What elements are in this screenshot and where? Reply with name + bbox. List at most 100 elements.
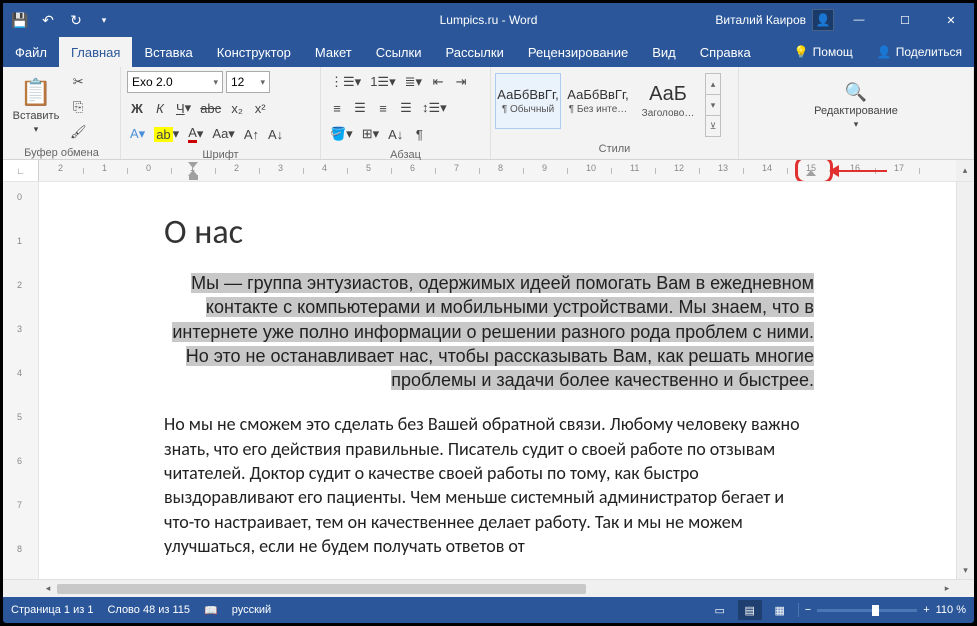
user-account[interactable]: Виталий Каиров 👤 xyxy=(715,9,834,31)
italic-button[interactable]: К xyxy=(150,97,170,119)
zoom-in-button[interactable]: + xyxy=(923,604,929,616)
status-bar: Страница 1 из 1 Слово 48 из 115 📖 русски… xyxy=(3,597,974,623)
tab-design[interactable]: Конструктор xyxy=(205,37,303,67)
scrollbar-track[interactable] xyxy=(57,584,938,594)
bullets-button[interactable]: ⋮☰▾ xyxy=(327,71,364,93)
styles-more-icon[interactable]: ⊻ xyxy=(706,116,720,136)
tab-home[interactable]: Главная xyxy=(59,37,132,67)
scroll-right-icon[interactable]: ▸ xyxy=(938,583,956,594)
zoom-knob[interactable] xyxy=(872,605,879,616)
group-editing: 🔍 Редактирование ▾ xyxy=(739,67,974,159)
share-button[interactable]: 👤Поделиться xyxy=(865,37,974,67)
format-painter-button[interactable]: 🖌 xyxy=(67,121,90,143)
subscript-button[interactable]: x₂ xyxy=(227,97,247,119)
highlight-button[interactable]: ab▾ xyxy=(151,123,182,145)
font-size-combo[interactable]: 12▾ xyxy=(226,71,270,93)
user-name: Виталий Каиров xyxy=(715,13,806,27)
save-icon[interactable]: 💾 xyxy=(7,7,33,33)
titlebar: 💾 ↶ ↻ ▾ Lumpics.ru - Word Виталий Каиров… xyxy=(3,3,974,37)
group-font: Exo 2.0▾ 12▾ Ж К Ч▾ abc x₂ x² A▾ ab▾ A▾ … xyxy=(121,67,321,159)
document-heading: О нас xyxy=(164,212,814,253)
horizontal-ruler[interactable]: 2101234567891011121314151617 xyxy=(39,160,956,181)
group-label: Стили xyxy=(491,143,738,159)
increase-indent-button[interactable]: ⇥ xyxy=(451,71,471,93)
scrollbar-thumb[interactable] xyxy=(57,584,586,594)
numbering-button[interactable]: 1☰▾ xyxy=(367,71,398,93)
close-button[interactable]: ✕ xyxy=(928,3,974,37)
styles-scroller: ▴ ▾ ⊻ xyxy=(705,73,721,137)
view-read-icon[interactable]: ▭ xyxy=(708,600,732,620)
shrink-font-button[interactable]: A↓ xyxy=(265,123,286,145)
justify-button[interactable]: ☰ xyxy=(396,97,416,119)
tab-help[interactable]: Справка xyxy=(688,37,763,67)
text-effects-button[interactable]: A▾ xyxy=(127,123,148,145)
show-marks-button[interactable]: ¶ xyxy=(409,123,429,145)
annotation-arrow xyxy=(837,170,887,172)
editing-button[interactable]: 🔍 Редактирование ▾ xyxy=(829,71,883,141)
grow-font-button[interactable]: A↑ xyxy=(241,123,262,145)
styles-up-icon[interactable]: ▴ xyxy=(706,74,720,95)
minimize-button[interactable]: — xyxy=(836,3,882,37)
tab-file[interactable]: Файл xyxy=(3,37,59,67)
shading-button[interactable]: 🪣▾ xyxy=(327,123,356,145)
tab-layout[interactable]: Макет xyxy=(303,37,364,67)
group-styles: АаБбВвГг, ¶ Обычный АаБбВвГг, ¶ Без инте… xyxy=(491,67,739,159)
align-left-button[interactable]: ≡ xyxy=(327,97,347,119)
borders-button[interactable]: ⊞▾ xyxy=(359,123,382,145)
tab-view[interactable]: Вид xyxy=(640,37,688,67)
group-paragraph: ⋮☰▾ 1☰▾ ≣▾ ⇤ ⇥ ≡ ☰ ≡ ☰ ↕☰▾ 🪣▾ ⊞▾ A↓ xyxy=(321,67,491,159)
sort-button[interactable]: A↓ xyxy=(385,123,406,145)
document-canvas[interactable]: О нас Мы — группа энтузиастов, одержимых… xyxy=(39,182,956,579)
strikethrough-button[interactable]: abc xyxy=(197,97,224,119)
chevron-down-icon: ▾ xyxy=(34,124,39,135)
style-heading1[interactable]: АаБ Заголово… xyxy=(635,73,701,129)
scroll-up-icon[interactable]: ▴ xyxy=(956,160,974,181)
line-spacing-button[interactable]: ↕☰▾ xyxy=(419,97,450,119)
zoom-slider[interactable] xyxy=(817,609,917,612)
group-label: Буфер обмена xyxy=(3,147,120,159)
maximize-button[interactable]: ☐ xyxy=(882,3,928,37)
scroll-left-icon[interactable]: ◂ xyxy=(39,583,57,594)
tell-me-button[interactable]: 💡Помощ xyxy=(782,37,865,67)
vertical-ruler[interactable]: 012345678 xyxy=(3,182,39,579)
align-right-button[interactable]: ≡ xyxy=(373,97,393,119)
change-case-button[interactable]: Aa▾ xyxy=(209,123,237,145)
status-language[interactable]: русский xyxy=(232,604,271,616)
view-web-icon[interactable]: ▦ xyxy=(768,600,792,620)
underline-button[interactable]: Ч▾ xyxy=(173,97,194,119)
vertical-scrollbar[interactable]: ▾ xyxy=(956,182,974,579)
bold-button[interactable]: Ж xyxy=(127,97,147,119)
style-normal[interactable]: АаБбВвГг, ¶ Обычный xyxy=(495,73,561,129)
paste-button[interactable]: 📋 Вставить ▾ xyxy=(9,71,63,141)
tab-insert[interactable]: Вставка xyxy=(132,37,204,67)
status-words[interactable]: Слово 48 из 115 xyxy=(107,604,190,616)
decrease-indent-button[interactable]: ⇤ xyxy=(428,71,448,93)
zoom-out-button[interactable]: − xyxy=(805,604,811,616)
styles-down-icon[interactable]: ▾ xyxy=(706,95,720,116)
align-center-button[interactable]: ☰ xyxy=(350,97,370,119)
group-clipboard: 📋 Вставить ▾ ✂ ⎘ 🖌 Буфер обмена xyxy=(3,67,121,159)
status-page[interactable]: Страница 1 из 1 xyxy=(11,604,93,616)
scroll-down-icon[interactable]: ▾ xyxy=(957,561,974,579)
qat-customize-icon[interactable]: ▾ xyxy=(91,7,117,33)
cut-button[interactable]: ✂ xyxy=(67,71,90,93)
multilevel-button[interactable]: ≣▾ xyxy=(402,71,425,93)
proofing-icon[interactable]: 📖 xyxy=(204,604,218,617)
redo-icon[interactable]: ↻ xyxy=(63,7,89,33)
copy-button[interactable]: ⎘ xyxy=(67,96,90,118)
tab-review[interactable]: Рецензирование xyxy=(516,37,640,67)
font-color-button[interactable]: A▾ xyxy=(185,123,206,145)
paragraph: Но мы не сможем это сделать без Вашей об… xyxy=(164,412,814,558)
style-no-spacing[interactable]: АаБбВвГг, ¶ Без инте… xyxy=(565,73,631,129)
superscript-button[interactable]: x² xyxy=(250,97,270,119)
tab-mailings[interactable]: Рассылки xyxy=(433,37,515,67)
view-print-icon[interactable]: ▤ xyxy=(738,600,762,620)
share-icon: 👤 xyxy=(877,45,892,59)
undo-icon[interactable]: ↶ xyxy=(35,7,61,33)
tab-selector[interactable]: ∟ xyxy=(3,160,39,181)
font-name-combo[interactable]: Exo 2.0▾ xyxy=(127,71,223,93)
horizontal-scrollbar[interactable]: ◂ ▸ xyxy=(3,579,974,597)
zoom-level[interactable]: 110 % xyxy=(936,604,966,616)
group-label xyxy=(739,145,973,159)
tab-references[interactable]: Ссылки xyxy=(364,37,434,67)
